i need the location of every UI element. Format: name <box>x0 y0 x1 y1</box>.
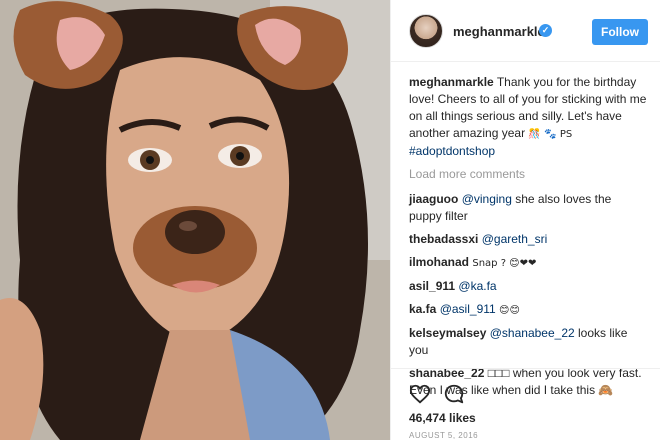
comment-mention[interactable]: @asil_911 <box>440 302 496 316</box>
comment-mention[interactable]: @ka.fa <box>458 279 496 293</box>
comment-username[interactable]: ka.fa <box>409 302 436 316</box>
caption-ps: 🐾 PS <box>544 129 573 140</box>
hashtag-link[interactable]: #adoptdontshop <box>409 144 495 158</box>
comment-username[interactable]: ilmohanad <box>409 255 469 269</box>
post-actions: 46,474 likes AUGUST 5, 2016 <box>391 368 660 440</box>
confetti-emoji: 🎊 <box>528 129 541 140</box>
post-date: AUGUST 5, 2016 <box>409 431 479 440</box>
selfie-with-dog-filter <box>0 0 390 440</box>
comment-mention[interactable]: @shanabee_22 <box>490 326 575 340</box>
comment-username[interactable]: asil_911 <box>409 279 455 293</box>
post-details-panel: meghanmarkle ✓ Follow meghanmarkle Thank… <box>390 0 660 440</box>
comment-username[interactable]: thebadassxi <box>409 232 478 246</box>
list-item: asil_911 @ka.fa <box>409 278 647 295</box>
list-item: jiaaguoo @vinging she also loves the pup… <box>409 191 647 225</box>
post-header: meghanmarkle ✓ Follow <box>391 0 660 62</box>
avatar[interactable] <box>409 14 443 48</box>
caption: meghanmarkle Thank you for the birthday … <box>409 74 647 160</box>
likes-count[interactable]: 46,474 likes <box>409 411 476 425</box>
list-item: kelseymalsey @shanabee_22 looks like you <box>409 325 647 359</box>
load-more-comments-link[interactable]: Load more comments <box>409 166 647 183</box>
comment-mention[interactable]: @vinging <box>462 192 512 206</box>
comment-username[interactable]: jiaaguoo <box>409 192 458 206</box>
verified-badge-icon: ✓ <box>539 24 552 37</box>
list-item: ka.fa @asil_911 😊😊 <box>409 301 647 319</box>
speech-bubble-icon[interactable] <box>443 383 465 405</box>
follow-button[interactable]: Follow <box>592 19 648 45</box>
comment-text: 😊😊 <box>499 305 520 316</box>
post-photo[interactable] <box>0 0 390 440</box>
username-link[interactable]: meghanmarkle <box>453 24 545 39</box>
comment-mention[interactable]: @gareth_sri <box>482 232 548 246</box>
list-item: ilmohanad Snap ? 😊❤❤ <box>409 254 647 272</box>
comments-list: meghanmarkle Thank you for the birthday … <box>409 74 647 405</box>
comment-text: Snap ? 😊❤❤ <box>472 258 537 269</box>
heart-outline-icon[interactable] <box>409 383 431 405</box>
list-item: thebadassxi @gareth_sri <box>409 231 647 248</box>
caption-username[interactable]: meghanmarkle <box>409 75 494 89</box>
comment-username[interactable]: kelseymalsey <box>409 326 486 340</box>
